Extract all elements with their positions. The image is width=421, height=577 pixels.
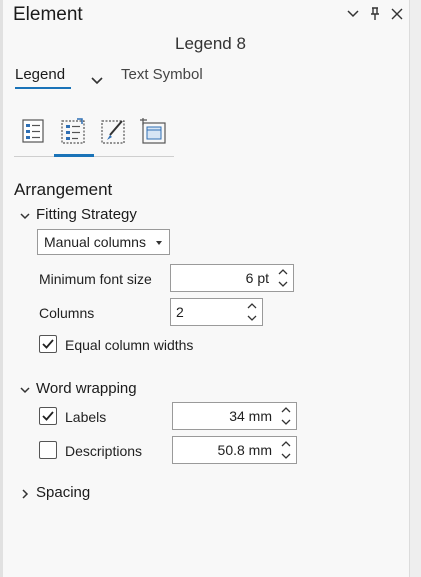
descriptions-wrap-checkbox[interactable] [39,441,57,459]
arrangement-icon[interactable] [59,116,89,146]
chevron-down-icon[interactable] [91,72,103,85]
columns-label: Columns [39,305,95,321]
equal-column-widths-label: Equal column widths [65,337,194,353]
icon-tabs-divider [14,156,174,157]
display-brush-icon[interactable] [99,116,129,146]
pane-options-chevron-icon[interactable] [345,6,361,22]
fitting-strategy-expander[interactable]: Fitting Strategy [19,206,137,223]
chevron-down-icon [19,209,31,221]
tab-text-symbol[interactable]: Text Symbol [121,66,203,83]
descriptions-wrap-width-input[interactable]: 50.8 mm [172,436,297,464]
pane-scroll-edge [409,0,421,577]
min-font-size-value: 6 pt [245,270,269,286]
descriptions-wrap-label: Descriptions [65,443,143,459]
columns-value: 2 [176,304,184,320]
columns-stepper[interactable] [246,301,258,323]
placement-frame-icon[interactable] [139,116,169,146]
min-font-size-label: Minimum font size [39,271,152,287]
checkmark-icon [42,339,54,349]
tab-legend[interactable]: Legend [15,66,65,83]
selected-element-name: Legend 8 [175,34,246,53]
word-wrapping-expander[interactable]: Word wrapping [19,380,137,397]
dropdown-caret-icon [156,241,162,245]
labels-wrap-width-value: 34 mm [229,408,272,424]
checkmark-icon [42,411,54,421]
chevron-down-icon [19,383,31,395]
legend-options-icon[interactable] [19,116,49,146]
fitting-strategy-label: Fitting Strategy [36,206,137,223]
min-font-size-stepper[interactable] [277,267,289,289]
chevron-right-icon [19,487,31,499]
labels-wrap-label: Labels [65,409,107,425]
columns-input[interactable]: 2 [170,298,263,326]
element-pane: Element Legend 8 Legend Text Symbol Arra… [0,0,421,577]
descriptions-wrap-width-stepper[interactable] [280,439,292,461]
labels-wrap-width-stepper[interactable] [280,405,292,427]
close-icon[interactable] [389,6,405,22]
word-wrapping-label: Word wrapping [36,380,137,397]
pin-icon[interactable] [367,6,383,22]
pane-title-bar: Element [3,0,412,30]
fitting-strategy-dropdown[interactable]: Manual columns [37,229,170,255]
equal-column-widths-checkbox[interactable] [39,335,57,353]
fitting-strategy-value: Manual columns [44,234,146,250]
min-font-size-input[interactable]: 6 pt [170,264,294,292]
labels-wrap-checkbox[interactable] [39,407,57,425]
descriptions-wrap-width-value: 50.8 mm [217,442,272,458]
section-title-arrangement: Arrangement [14,180,113,199]
spacing-label: Spacing [36,484,91,501]
pane-title: Element [13,4,83,25]
active-icon-tab-indicator [54,154,94,157]
spacing-expander[interactable]: Spacing [19,484,90,501]
labels-wrap-width-input[interactable]: 34 mm [172,402,297,430]
active-tab-underline [15,87,71,89]
